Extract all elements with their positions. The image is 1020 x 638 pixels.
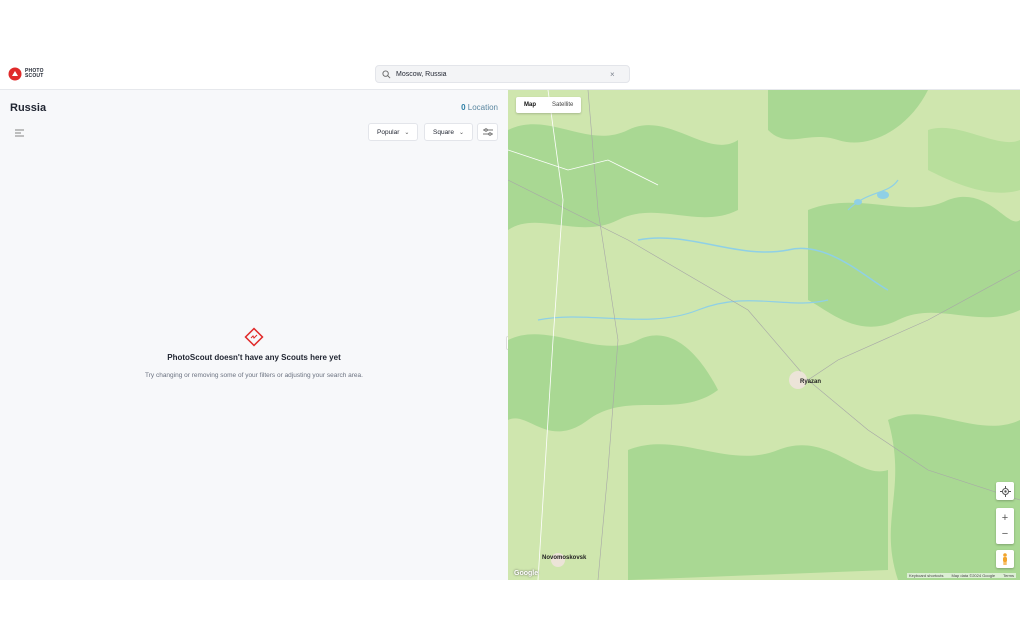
logo-text: PHOTO SCOUT [25, 68, 44, 79]
filter-button[interactable] [477, 123, 498, 141]
logo[interactable]: PHOTO SCOUT [8, 67, 51, 81]
search-icon [382, 69, 391, 78]
top-bar: PHOTO SCOUT × [0, 60, 1020, 90]
logo-icon [8, 67, 22, 81]
empty-state-title: PhotoScout doesn't have any Scouts here … [167, 353, 341, 362]
list-icon [14, 129, 24, 137]
map-data-credit: Map data ©2024 Google [951, 573, 996, 578]
sort-dropdown-value: Popular [377, 128, 400, 136]
map-tab-satellite[interactable]: Satellite [544, 97, 581, 113]
clear-search-icon[interactable]: × [610, 70, 615, 79]
location-count[interactable]: 0 Location [461, 103, 498, 112]
map-view[interactable]: Map Satellite Ryazan Novomoskovsk + − Go… [508, 90, 1020, 580]
map-city-label[interactable]: Novomoskovsk [542, 555, 586, 561]
crosshair-icon [999, 485, 1011, 497]
map-attribution: Keyboard shortcuts Map data ©2024 Google… [906, 573, 1016, 578]
terms-link[interactable]: Terms [1003, 573, 1014, 578]
map-tab-map[interactable]: Map [516, 97, 544, 113]
my-location-button[interactable] [996, 482, 1014, 500]
chevron-down-icon: ⌄ [458, 129, 464, 136]
zoom-in-button[interactable]: + [1002, 510, 1008, 526]
zoom-out-button[interactable]: − [1002, 526, 1008, 542]
zoom-controls: + − [996, 508, 1014, 544]
page-title: Russia [10, 102, 47, 114]
shape-dropdown-value: Square [433, 128, 454, 136]
map-type-toggle[interactable]: Map Satellite [516, 97, 582, 113]
google-logo: Google [514, 570, 539, 577]
shape-dropdown[interactable]: Square ⌄ [424, 123, 473, 141]
list-view-icon[interactable] [12, 127, 26, 139]
sliders-icon [482, 128, 493, 136]
sort-dropdown[interactable]: Popular ⌄ [368, 123, 419, 141]
location-count-label: Location [467, 103, 498, 112]
app: PHOTO SCOUT × Russia 0 Location Popular [0, 60, 1020, 580]
street-view-button[interactable] [996, 550, 1014, 568]
map-tiles[interactable] [508, 90, 1020, 580]
map-city-label[interactable]: Ryazan [800, 379, 821, 385]
pegman-icon [1003, 553, 1007, 565]
search-bar[interactable]: × [375, 65, 630, 83]
search-input[interactable] [396, 70, 606, 78]
empty-state-subtitle: Try changing or removing some of your fi… [145, 372, 363, 379]
location-count-number: 0 [461, 103, 466, 112]
no-results-icon [244, 327, 264, 347]
results-panel: Russia 0 Location Popular ⌄ Square ⌄ Pho… [0, 90, 508, 580]
keyboard-shortcuts-link[interactable]: Keyboard shortcuts [909, 573, 943, 578]
chevron-down-icon: ⌄ [404, 129, 410, 136]
